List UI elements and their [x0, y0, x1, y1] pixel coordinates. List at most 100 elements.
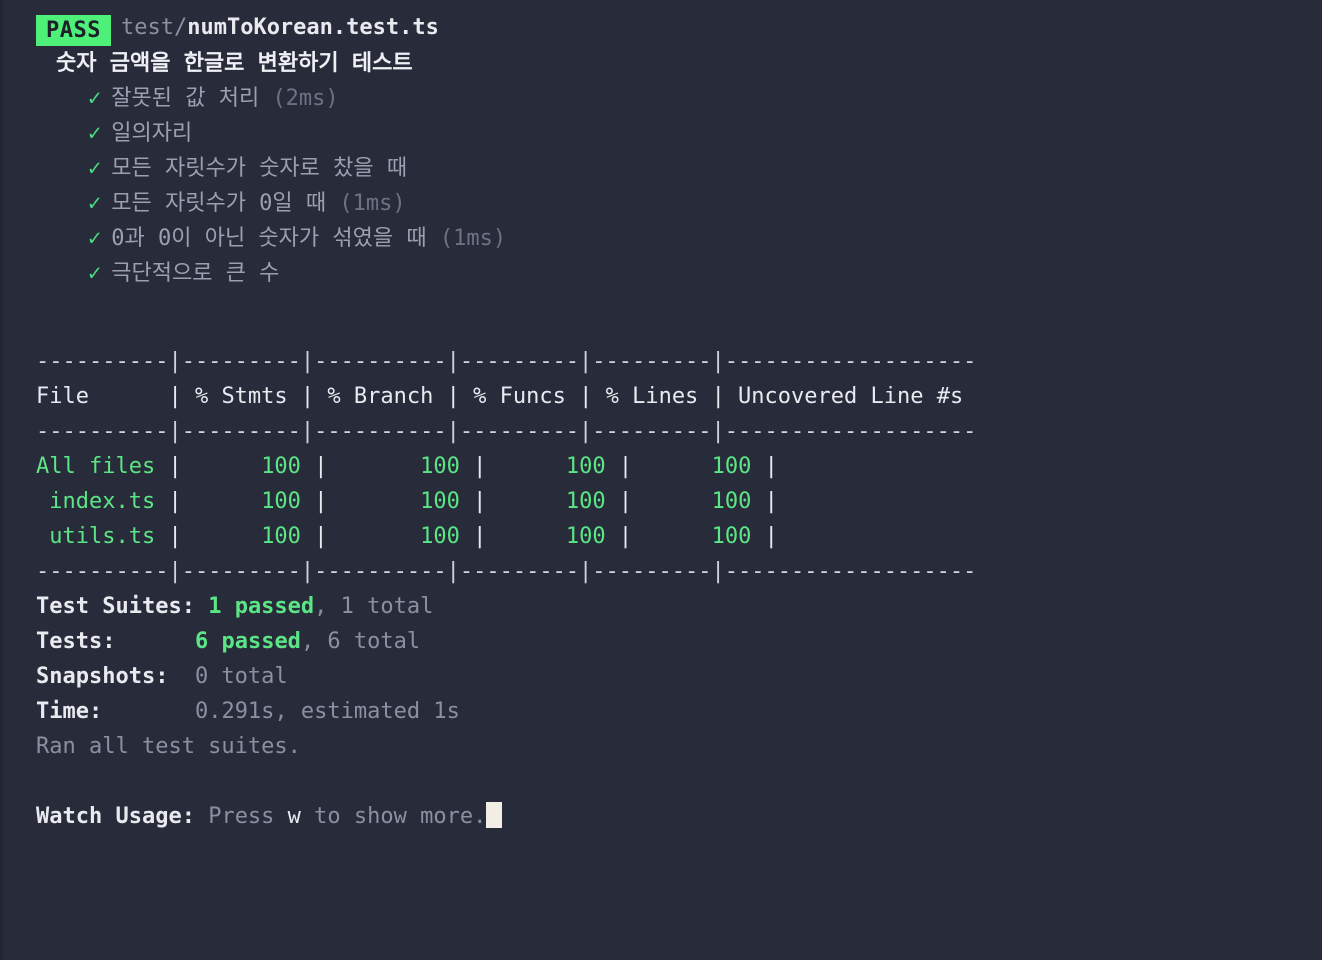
test-name: 모든 자릿수가 숫자로 찼을 때	[111, 156, 408, 181]
col-divider: |	[473, 524, 487, 549]
row-stmts: 100	[261, 524, 301, 549]
col-divider: |	[314, 524, 328, 549]
test-name: 0과 0이 아닌 숫자가 섞였을 때	[111, 226, 427, 251]
col-divider: |	[168, 384, 182, 409]
summary-value: 0.291s, estimated 1s	[194, 699, 460, 724]
suite-path: test/numToKorean.test.ts	[121, 15, 439, 40]
summary-value: 0 total	[168, 664, 288, 689]
table-row: index.ts | 100 | 100 | 100 | 100 |	[36, 484, 1322, 519]
col-divider: |	[168, 524, 182, 549]
test-duration: (1ms)	[339, 191, 406, 216]
table-row: utils.ts | 100 | 100 | 100 | 100 |	[36, 519, 1322, 554]
col-divider: |	[764, 454, 778, 479]
summary-test-suites: Test Suites: 1 passed, 1 total	[36, 589, 1322, 624]
row-file: index.ts	[36, 489, 169, 514]
summary-total: , 1 total	[314, 594, 434, 619]
watch-usage-rest: to show more.	[300, 804, 487, 829]
row-branch: 100	[420, 489, 460, 514]
summary-label: Snapshots:	[36, 664, 169, 689]
col-divider: |	[314, 454, 328, 479]
row-funcs: 100	[565, 524, 606, 549]
col-divider: |	[579, 384, 593, 409]
coverage-col-lines: % Lines	[592, 384, 712, 409]
suite-file-name: numToKorean.test.ts	[187, 15, 439, 40]
col-divider: |	[618, 454, 633, 479]
row-lines: 100	[711, 489, 752, 514]
row-file: utils.ts	[36, 524, 169, 549]
row-funcs: 100	[565, 489, 606, 514]
col-divider: |	[473, 489, 487, 514]
summary-tests: Tests: 6 passed, 6 total	[36, 624, 1322, 659]
col-divider: |	[473, 454, 487, 479]
summary-label: Time:	[36, 699, 103, 724]
col-divider: |	[711, 384, 725, 409]
suite-header-line: PASS test/numToKorean.test.ts	[36, 10, 1322, 46]
ran-all-suites: Ran all test suites.	[36, 734, 301, 759]
col-divider: |	[764, 489, 778, 514]
watch-usage-line: Watch Usage: Press w to show more.	[36, 799, 1322, 834]
row-lines: 100	[711, 524, 752, 549]
row-stmts: 100	[261, 489, 301, 514]
col-divider: |	[300, 384, 315, 409]
coverage-header-row: File | % Stmts | % Branch | % Funcs | % …	[36, 379, 1322, 414]
test-name: 모든 자릿수가 0일 때	[111, 191, 327, 216]
summary-pad	[115, 629, 194, 654]
test-name: 극단적으로 큰 수	[111, 261, 280, 286]
check-icon: ✓	[88, 261, 102, 286]
coverage-col-uncovered: Uncovered Line #s	[724, 384, 977, 409]
summary-label: Test Suites:	[36, 594, 195, 619]
check-icon: ✓	[88, 121, 102, 146]
check-icon: ✓	[88, 86, 102, 111]
terminal-output: PASS test/numToKorean.test.ts 숫자 금액을 한글로 …	[0, 10, 1322, 834]
col-divider: |	[446, 384, 460, 409]
col-divider: |	[314, 489, 328, 514]
row-branch: 100	[420, 524, 460, 549]
check-icon: ✓	[88, 226, 102, 251]
test-duration: (1ms)	[439, 226, 507, 251]
col-divider: |	[764, 524, 778, 549]
coverage-separator-bottom: ----------|---------|----------|--------…	[36, 559, 977, 584]
row-branch: 100	[420, 454, 460, 479]
coverage-col-stmts: % Stmts	[181, 384, 301, 409]
status-badge: PASS	[36, 15, 111, 46]
summary-passed: 6 passed	[194, 629, 301, 654]
describe-title: 숫자 금액을 한글로 변환하기 테스트	[56, 51, 413, 76]
coverage-col-file: File	[36, 384, 169, 409]
test-item: ✓ 일의자리	[36, 116, 1322, 151]
col-divider: |	[618, 489, 633, 514]
col-divider: |	[168, 454, 182, 479]
test-name: 일의자리	[111, 121, 193, 146]
check-icon: ✓	[88, 156, 102, 181]
coverage-col-funcs: % Funcs	[459, 384, 580, 409]
table-row: All files | 100 | 100 | 100 | 100 |	[36, 449, 1322, 484]
watch-usage-key[interactable]: w	[288, 804, 301, 829]
coverage-separator-top: ----------|---------|----------|--------…	[36, 349, 977, 374]
test-item: ✓ 극단적으로 큰 수	[36, 256, 1322, 291]
summary-label: Tests:	[36, 629, 116, 654]
watch-usage-label: Watch Usage:	[36, 804, 195, 829]
col-divider: |	[618, 524, 633, 549]
text-cursor	[486, 802, 503, 828]
test-item: ✓ 모든 자릿수가 0일 때 (1ms)	[36, 186, 1322, 221]
suite-path-prefix: test/	[120, 15, 188, 40]
col-divider: |	[168, 489, 182, 514]
test-item: ✓ 잘못된 값 처리 (2ms)	[36, 81, 1322, 116]
check-icon: ✓	[88, 191, 102, 216]
summary-pad	[102, 699, 195, 724]
coverage-col-branch: % Branch	[314, 384, 447, 409]
summary-total: , 6 total	[300, 629, 421, 654]
row-file: All files	[36, 454, 169, 479]
test-item: ✓ 모든 자릿수가 숫자로 찼을 때	[36, 151, 1322, 186]
test-item: ✓ 0과 0이 아닌 숫자가 섞였을 때 (1ms)	[36, 221, 1322, 256]
summary-passed: 1 passed	[208, 594, 315, 619]
test-name: 잘못된 값 처리	[111, 86, 260, 111]
watch-usage-press: Press	[194, 804, 288, 829]
test-duration: (2ms)	[272, 86, 339, 111]
summary-time: Time: 0.291s, estimated 1s	[36, 694, 1322, 729]
coverage-separator-mid: ----------|---------|----------|--------…	[36, 419, 977, 444]
summary-snapshots: Snapshots: 0 total	[36, 659, 1322, 694]
row-stmts: 100	[261, 454, 301, 479]
